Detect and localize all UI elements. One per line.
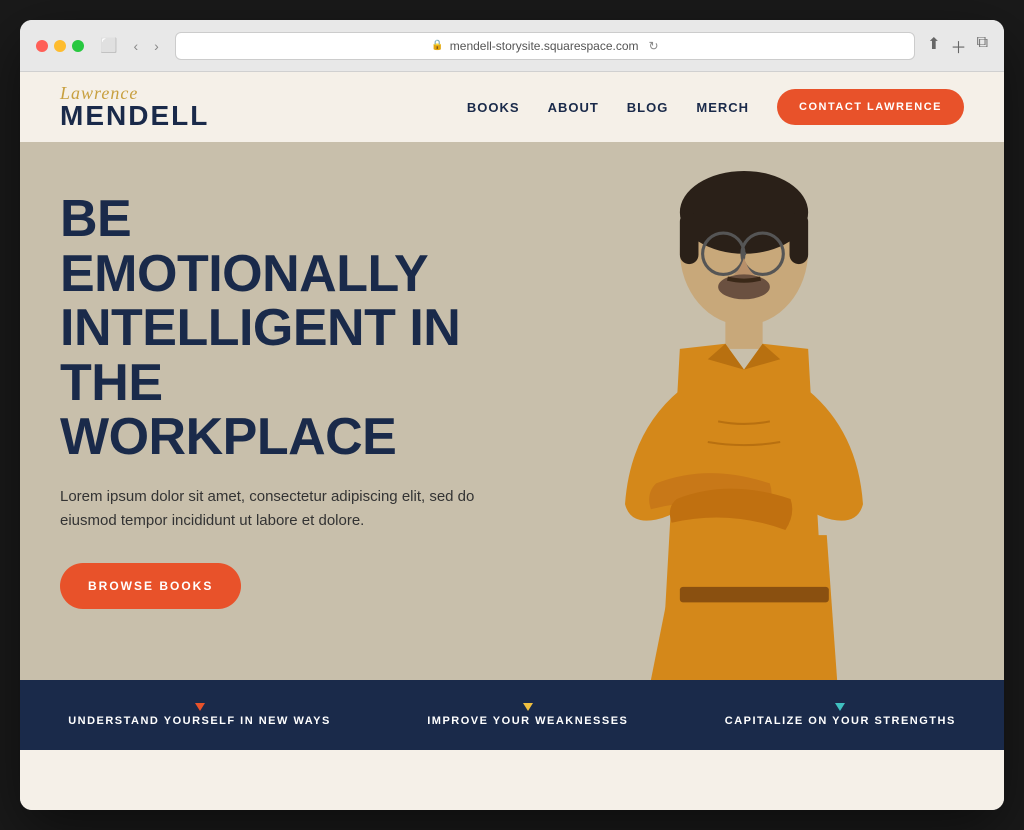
navbar: Lawrence MENDELL BOOKS ABOUT BLOG MERCH … <box>20 72 1004 142</box>
nav-books[interactable]: BOOKS <box>467 100 520 115</box>
logo-bold: MENDELL <box>60 102 209 130</box>
browser-actions: ⬆ ＋ ⧉ <box>927 34 988 58</box>
below-section <box>20 750 1004 810</box>
contact-lawrence-button[interactable]: CONTACT LAWRENCE <box>777 89 964 125</box>
nav-merch[interactable]: MERCH <box>696 100 749 115</box>
traffic-lights <box>36 40 84 52</box>
nav-blog[interactable]: BLOG <box>627 100 669 115</box>
address-bar[interactable]: 🔒 mendell-storysite.squarespace.com ↻ <box>175 32 915 60</box>
browse-books-button[interactable]: BROWSE BOOKS <box>60 563 241 609</box>
nav-about[interactable]: ABOUT <box>548 100 599 115</box>
banner-item-1: UNDERSTAND YOURSELF IN NEW WAYS <box>68 703 331 727</box>
hero-content: BE EMOTIONALLY INTELLIGENT IN THE WORKPL… <box>20 142 540 649</box>
back-button[interactable]: ⬜ <box>96 35 121 56</box>
hero-headline-line1: BE EMOTIONALLY <box>60 190 428 303</box>
close-button[interactable] <box>36 40 48 52</box>
hero-headline: BE EMOTIONALLY INTELLIGENT IN THE WORKPL… <box>60 192 500 465</box>
banner-text-1: UNDERSTAND YOURSELF IN NEW WAYS <box>68 715 331 727</box>
banner-text-3: CAPITALIZE ON YOUR STRENGTHS <box>725 715 956 727</box>
maximize-button[interactable] <box>72 40 84 52</box>
banner-text-2: IMPROVE YOUR WEAKNESSES <box>427 715 628 727</box>
nav-links: BOOKS ABOUT BLOG MERCH CONTACT LAWRENCE <box>467 89 964 125</box>
banner-dot-yellow <box>523 703 533 711</box>
share-icon[interactable]: ⬆ <box>927 34 940 58</box>
new-tab-icon[interactable]: ＋ <box>951 34 967 58</box>
browser-chrome: ⬜ ‹ › 🔒 mendell-storysite.squarespace.co… <box>20 20 1004 72</box>
hero-headline-line2: INTELLIGENT IN <box>60 299 460 357</box>
minimize-button[interactable] <box>54 40 66 52</box>
banner-item-2: IMPROVE YOUR WEAKNESSES <box>427 703 628 727</box>
banner-dot-teal <box>835 703 845 711</box>
website: Lawrence MENDELL BOOKS ABOUT BLOG MERCH … <box>20 72 1004 810</box>
url-text: mendell-storysite.squarespace.com <box>450 39 639 53</box>
back-arrow[interactable]: ‹ <box>129 36 142 56</box>
banner-item-3: CAPITALIZE ON YOUR STRENGTHS <box>725 703 956 727</box>
logo[interactable]: Lawrence MENDELL <box>60 84 209 130</box>
browser-window: ⬜ ‹ › 🔒 mendell-storysite.squarespace.co… <box>20 20 1004 810</box>
banner-dot-orange <box>195 703 205 711</box>
browser-navigation: ⬜ ‹ › <box>96 35 163 56</box>
person-svg <box>484 142 1004 680</box>
forward-arrow[interactable]: › <box>150 36 163 56</box>
hero-headline-line3: THE WORKPLACE <box>60 354 396 467</box>
hero-subtext: Lorem ipsum dolor sit amet, consectetur … <box>60 485 500 533</box>
bottom-banner: UNDERSTAND YOURSELF IN NEW WAYS IMPROVE … <box>20 680 1004 750</box>
tabs-icon[interactable]: ⧉ <box>977 34 988 58</box>
reload-icon[interactable]: ↻ <box>649 39 659 53</box>
lock-icon: 🔒 <box>431 40 443 51</box>
hero-section: BE EMOTIONALLY INTELLIGENT IN THE WORKPL… <box>20 142 1004 680</box>
hero-person-image <box>484 142 1004 680</box>
